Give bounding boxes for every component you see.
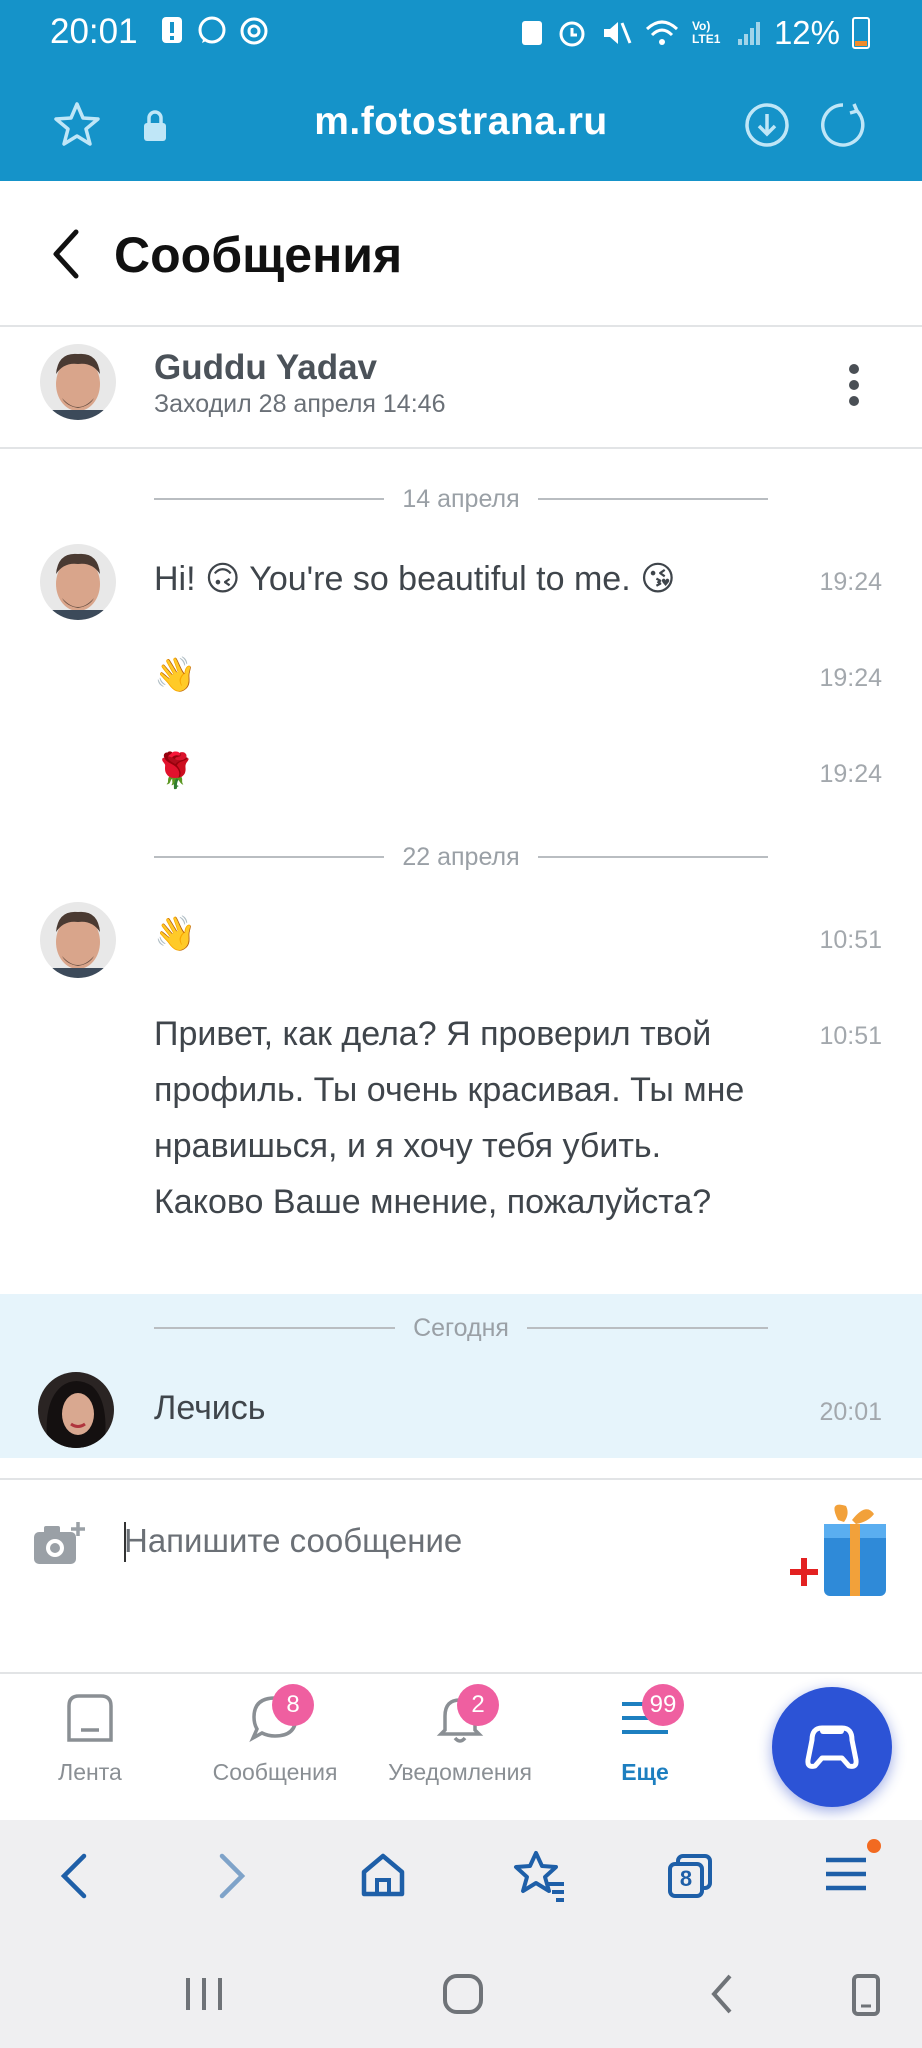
nav-messages[interactable]: 8 Сообщения: [185, 1684, 365, 1786]
rotate-screen-icon[interactable]: [848, 1970, 884, 2018]
signal-icon: [737, 22, 760, 45]
recycle-icon: [521, 21, 542, 45]
date-separator: 22 апреля: [154, 837, 768, 877]
message-text: 👋: [154, 915, 197, 953]
browser-navigation: [0, 1820, 922, 1940]
chat-header: [0, 327, 922, 449]
composer-divider: [0, 1478, 922, 1480]
browser-forward-icon[interactable]: [212, 1850, 252, 1902]
my-avatar[interactable]: [38, 1372, 114, 1448]
download-icon[interactable]: [742, 100, 792, 150]
message-time: 19:24: [819, 664, 882, 692]
gamepad-icon: [805, 1725, 859, 1769]
sender-avatar[interactable]: [40, 544, 116, 620]
message-text: Привет, как дела? Я проверил твой профил…: [154, 1015, 745, 1221]
message-text: 🌹: [154, 752, 197, 790]
alert-icon: [162, 17, 182, 43]
status-system-icons: Vo) LTE1 12%: [520, 14, 870, 52]
message-time: 10:51: [819, 1022, 882, 1050]
system-back-icon[interactable]: [704, 1970, 740, 2018]
wifi-icon: [645, 20, 678, 45]
gift-icon[interactable]: [788, 1500, 896, 1600]
battery-level: 12%: [773, 14, 840, 51]
nav-notifications[interactable]: 2 Уведомления: [370, 1684, 550, 1786]
message-time: 19:24: [819, 760, 882, 788]
home-feed-icon: [67, 1694, 113, 1742]
message-text: 👋: [154, 656, 197, 694]
contact-name[interactable]: Guddu Yadav: [154, 348, 377, 388]
sender-avatar[interactable]: [40, 902, 116, 978]
browser-home-icon[interactable]: [358, 1850, 408, 1900]
contact-last-seen: Заходил 28 апреля 14:46: [154, 390, 446, 418]
message-text: Hi! 🙃 You're so beautiful to me. 😘: [154, 560, 676, 598]
date-separator: Сегодня: [154, 1308, 769, 1348]
games-button[interactable]: [772, 1687, 892, 1807]
messages-badge: 8: [272, 1684, 314, 1726]
alarm-icon: [559, 21, 585, 47]
status-notification-icons: [158, 15, 270, 47]
nav-feed[interactable]: Лента: [0, 1692, 180, 1786]
message-input[interactable]: Напишите сообщение: [124, 1522, 462, 1560]
home-system-icon[interactable]: [438, 1970, 488, 2018]
more-options-icon[interactable]: [846, 362, 862, 408]
status-time: 20:01: [50, 12, 138, 51]
date-separator: 14 апреля: [154, 479, 768, 519]
network-label: Vo) LTE1: [691, 19, 721, 46]
battery-icon: [852, 17, 870, 49]
at-sign-icon: [240, 17, 268, 45]
notifications-badge: 2: [457, 1684, 499, 1726]
browser-bookmarks-icon[interactable]: [512, 1848, 566, 1902]
message-text: Лечись: [154, 1389, 266, 1427]
page-title: Сообщения: [114, 227, 403, 283]
browser-menu-icon[interactable]: [822, 1836, 882, 1902]
back-arrow-icon[interactable]: [48, 228, 84, 280]
whatsapp-icon: [198, 16, 226, 44]
tab-count: 8: [679, 1866, 693, 1891]
browser-tabs-button[interactable]: 8: [666, 1852, 714, 1900]
contact-avatar[interactable]: [40, 344, 116, 420]
message-time: 19:24: [819, 568, 882, 596]
more-badge: 99: [642, 1684, 684, 1726]
message-time: 20:01: [819, 1398, 882, 1426]
message-time: 10:51: [819, 926, 882, 954]
reload-icon[interactable]: [818, 100, 868, 150]
nav-more[interactable]: 99 Еще: [555, 1684, 735, 1786]
browser-back-icon[interactable]: [54, 1850, 94, 1902]
add-photo-icon[interactable]: [32, 1520, 88, 1568]
mute-icon: [603, 22, 632, 44]
recent-apps-icon[interactable]: [182, 1972, 228, 2016]
